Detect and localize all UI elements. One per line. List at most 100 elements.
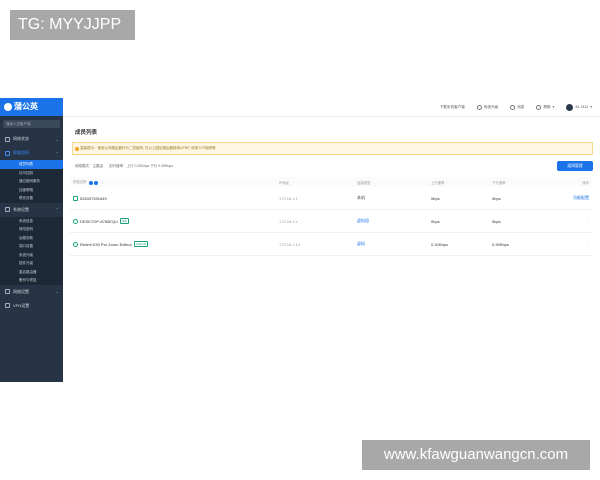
os-badge: Android	[133, 241, 149, 247]
help-icon[interactable]	[93, 180, 98, 185]
globe-icon	[5, 289, 10, 294]
sidebar-group-smart-network[interactable]: 智能组网 ⌃	[0, 146, 63, 160]
top-bar: 下载手机客户端 系统升级 消息 帮助 ▾ A1 2111 ▾	[63, 98, 600, 117]
help-icon	[536, 104, 542, 110]
chevron-down-icon: ⌄	[55, 289, 59, 294]
cell-up: 0.32Kbps	[428, 232, 489, 256]
sidebar-item-reboot[interactable]: 重启路由器	[0, 268, 63, 277]
sidebar-item-port-settings[interactable]: 端口设置	[0, 242, 63, 251]
sidebar-group-label: 网络设置	[13, 288, 29, 294]
col-action: 操作	[550, 177, 592, 187]
router-icon	[73, 195, 78, 201]
cell-ip: 172.16.1.14	[276, 232, 354, 256]
user-name: A1 2111	[575, 105, 589, 109]
notice-link[interactable]: 消息	[510, 104, 525, 110]
table-row: Redmi K30 Pro Zoom Edition Android 172.16…	[70, 232, 592, 256]
sidebar-item-security[interactable]: 联安设置	[0, 194, 63, 203]
sidebar-group-label: 系统设置	[13, 206, 29, 212]
brand-name: 蒲公英	[14, 102, 38, 111]
network-mode: 网络模式：主路由	[75, 163, 103, 168]
watermark-top: TG: MYYJJPP	[10, 10, 135, 40]
table-header-row: 终端名称 IP地址 连接类型 上行速率 下行速率 操作	[70, 177, 592, 187]
help-menu[interactable]: 帮助 ▾	[536, 104, 555, 110]
user-menu[interactable]: A1 2111 ▾	[566, 103, 592, 111]
app-window: 蒲公英 搜索人员客户端 网络状态 ⌄ 智能组网 ⌃ 成员列表 访问控制 通过组网服务…	[0, 98, 600, 382]
configure-link[interactable]: 功能配置	[550, 187, 592, 210]
cell-down: 0.39Kbps	[489, 232, 550, 256]
col-label: 终端名称	[73, 180, 87, 185]
warning-icon	[75, 146, 79, 151]
table-row: 526337591649 172.16.1.1 本机 0bps 0bps 功能配…	[70, 187, 592, 210]
user-icon	[73, 218, 78, 224]
col-up: 上行速率	[428, 177, 489, 187]
chevron-down-icon: ⌄	[55, 136, 59, 142]
sidebar-group-system-settings[interactable]: 系统设置 ⌃	[0, 203, 63, 217]
col-down: 下行速率	[489, 177, 550, 187]
chevron-up-icon: ⌃	[55, 207, 59, 212]
bell-icon	[510, 104, 516, 110]
cell-type: 本机	[354, 187, 428, 210]
caret-down-icon: ▾	[552, 105, 555, 109]
user-icon	[73, 241, 78, 247]
caret-down-icon: ▾	[590, 105, 592, 109]
device-name: Redmi K30 Pro Zoom Edition	[80, 241, 132, 247]
cell-type: 虚拟	[354, 232, 428, 256]
submenu-system-settings: 系统信息 修改密码 远程协助 端口设置 系统升级 插件升级 重启路由器 备份与恢…	[0, 216, 63, 285]
cell-action: -	[550, 232, 592, 256]
page-title: 成员列表	[75, 130, 98, 136]
cell-ip: 172.16.1.1	[276, 187, 354, 210]
sidebar-item-network-service[interactable]: 通过组网服务	[0, 177, 63, 186]
gear-icon	[5, 207, 10, 212]
notice-banner: 温馨提示：使用公司路由器作为二层组网, 在以上园区路由器使用UPNP, 请用TC…	[72, 142, 593, 155]
brand: 蒲公英	[0, 98, 63, 116]
add-icon[interactable]	[88, 180, 93, 185]
realtime-speed: 实时速率：上行 0.32Kbps 下行 0.39Kbps	[109, 163, 173, 168]
download-label: 下载手机客户端	[439, 104, 465, 109]
header-controls	[88, 180, 98, 185]
sidebar-item-access-control[interactable]: 访问控制	[0, 169, 63, 178]
sidebar-item-system-info[interactable]: 系统信息	[0, 217, 63, 226]
cell-type: 虚拟组	[354, 209, 428, 233]
network-icon	[5, 150, 10, 156]
banner-text: 温馨提示：使用公司路由器作为二层组网, 在以上园区路由器使用UPNP, 请用TC…	[80, 146, 216, 150]
os-badge: Win	[119, 218, 130, 224]
main-content: 成员列表 温馨提示：使用公司路由器作为二层组网, 在以上园区路由器使用UPNP,…	[70, 120, 595, 256]
sidebar-group-vpn[interactable]: VPN设置	[0, 299, 63, 313]
sidebar-group-label: 网络状态	[13, 136, 29, 141]
sidebar-item-plugin-upgrade[interactable]: 插件升级	[0, 259, 63, 268]
device-name: 526337591649	[80, 195, 107, 201]
info-line: 网络模式：主路由 实时速率：上行 0.32Kbps 下行 0.39Kbps 组网…	[70, 161, 595, 171]
sidebar-search-input[interactable]: 搜索人员客户端	[3, 120, 60, 128]
logo-icon	[4, 103, 12, 111]
monitor-icon	[5, 136, 10, 142]
sidebar-item-system-upgrade[interactable]: 系统升级	[0, 251, 63, 260]
shield-icon	[5, 303, 10, 308]
notice-label: 消息	[517, 104, 525, 109]
table-row: DESKTOP-8760EQU Win 172.16.1.x 虚拟组 0bps 0…	[70, 209, 592, 233]
sidebar-item-change-password[interactable]: 修改密码	[0, 225, 63, 234]
help-label: 帮助	[543, 104, 551, 109]
sidebar: 蒲公英 搜索人员客户端 网络状态 ⌄ 智能组网 ⌃ 成员列表 访问控制 通过组网服务…	[0, 98, 63, 382]
sidebar-group-label: VPN设置	[13, 302, 30, 308]
cell-name: 526337591649	[70, 187, 276, 210]
sidebar-item-remote-assist[interactable]: 远程协助	[0, 234, 63, 243]
sidebar-group-network-settings[interactable]: 网络设置 ⌄	[0, 285, 63, 299]
col-name: 终端名称	[70, 177, 276, 187]
system-upgrade-label: 系统升级	[483, 104, 499, 109]
sidebar-item-backup[interactable]: 备份与恢复	[0, 276, 63, 285]
device-name: DESKTOP-8760EQU	[80, 218, 118, 224]
network-manage-button[interactable]: 组网管理	[557, 161, 593, 171]
sidebar-group-network-status[interactable]: 网络状态 ⌄	[0, 132, 63, 146]
chevron-up-icon: ⌃	[55, 150, 59, 156]
sidebar-item-member-list[interactable]: 成员列表	[0, 160, 63, 169]
cell-up: 0bps	[428, 209, 489, 233]
cell-name: Redmi K30 Pro Zoom Edition Android	[70, 232, 276, 256]
watermark-bottom: www.kfawguanwangcn.com	[362, 440, 590, 470]
sidebar-item-acceleration[interactable]: 加速策略	[0, 186, 63, 195]
download-client-link[interactable]: 下载手机客户端	[440, 105, 465, 110]
system-upgrade-link[interactable]: 系统升级	[476, 104, 499, 110]
sidebar-group-label: 智能组网	[13, 150, 29, 155]
avatar	[566, 103, 574, 111]
lock-icon	[476, 104, 482, 110]
cell-down: 0bps	[489, 209, 550, 233]
